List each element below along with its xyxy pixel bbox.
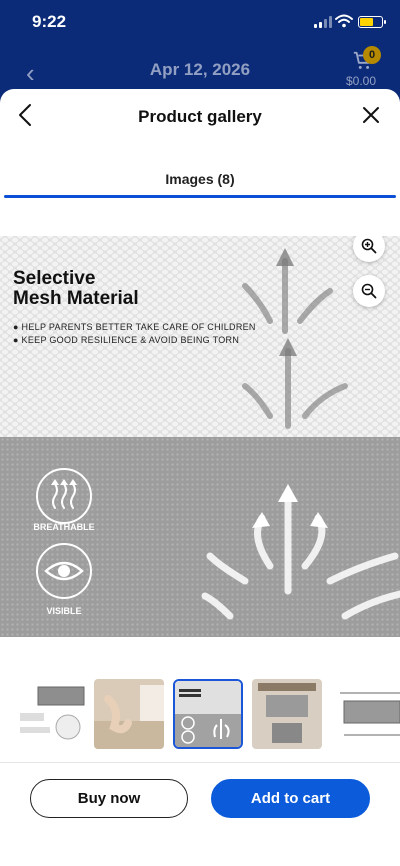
battery-icon — [358, 16, 386, 28]
thumbnail-1[interactable] — [16, 679, 86, 749]
cart-total: $0.00 — [345, 74, 376, 88]
cart-count-badge: 0 — [363, 46, 381, 64]
thumbnail-4[interactable] — [252, 679, 322, 749]
signal-icon — [314, 16, 332, 28]
breathable-icon — [36, 468, 92, 524]
image-bullet-2: ● KEEP GOOD RESILIENCE & AVOID BEING TOR… — [13, 335, 240, 345]
status-bar: 9:22 — [0, 0, 400, 46]
zoom-out-icon — [361, 283, 377, 299]
sheet-header: Product gallery — [0, 89, 400, 145]
visible-label: VISIBLE — [46, 606, 82, 616]
wifi-icon — [335, 14, 353, 28]
main-product-image[interactable]: Selective Mesh Material ● HELP PARENTS B… — [0, 236, 400, 637]
footer-divider — [0, 762, 400, 763]
background-header: ‹ Apr 12, 2026 $0.00 — [0, 46, 400, 92]
zoom-out-button[interactable] — [353, 275, 385, 307]
product-gallery-sheet: Product gallery Images (8) Selective Mes… — [0, 89, 400, 866]
tab-images[interactable]: Images (8) — [4, 171, 396, 187]
thumbnail-strip — [0, 679, 400, 749]
buy-now-button[interactable]: Buy now — [30, 779, 188, 818]
image-bullet-1: ● HELP PARENTS BETTER TAKE CARE OF CHILD… — [13, 322, 256, 332]
background-date: Apr 12, 2026 — [149, 60, 251, 79]
breathable-label: BREATHABLE — [33, 522, 95, 532]
image-headline-line-1: Selective — [13, 268, 96, 289]
image-headline-line-2: Mesh Material — [13, 288, 139, 309]
sheet-title: Product gallery — [138, 107, 262, 126]
status-time: 9:22 — [32, 12, 67, 31]
thumbnail-3-selected[interactable] — [173, 679, 243, 749]
visible-eye-icon — [36, 543, 92, 599]
add-to-cart-button[interactable]: Add to cart — [211, 779, 370, 818]
tab-active-indicator — [4, 195, 396, 198]
thumbnail-2[interactable] — [94, 679, 164, 749]
close-icon[interactable] — [360, 104, 382, 126]
zoom-in-icon — [361, 238, 377, 254]
image-headline: Selective Mesh Material — [13, 269, 139, 309]
thumbnail-5[interactable] — [330, 679, 400, 749]
